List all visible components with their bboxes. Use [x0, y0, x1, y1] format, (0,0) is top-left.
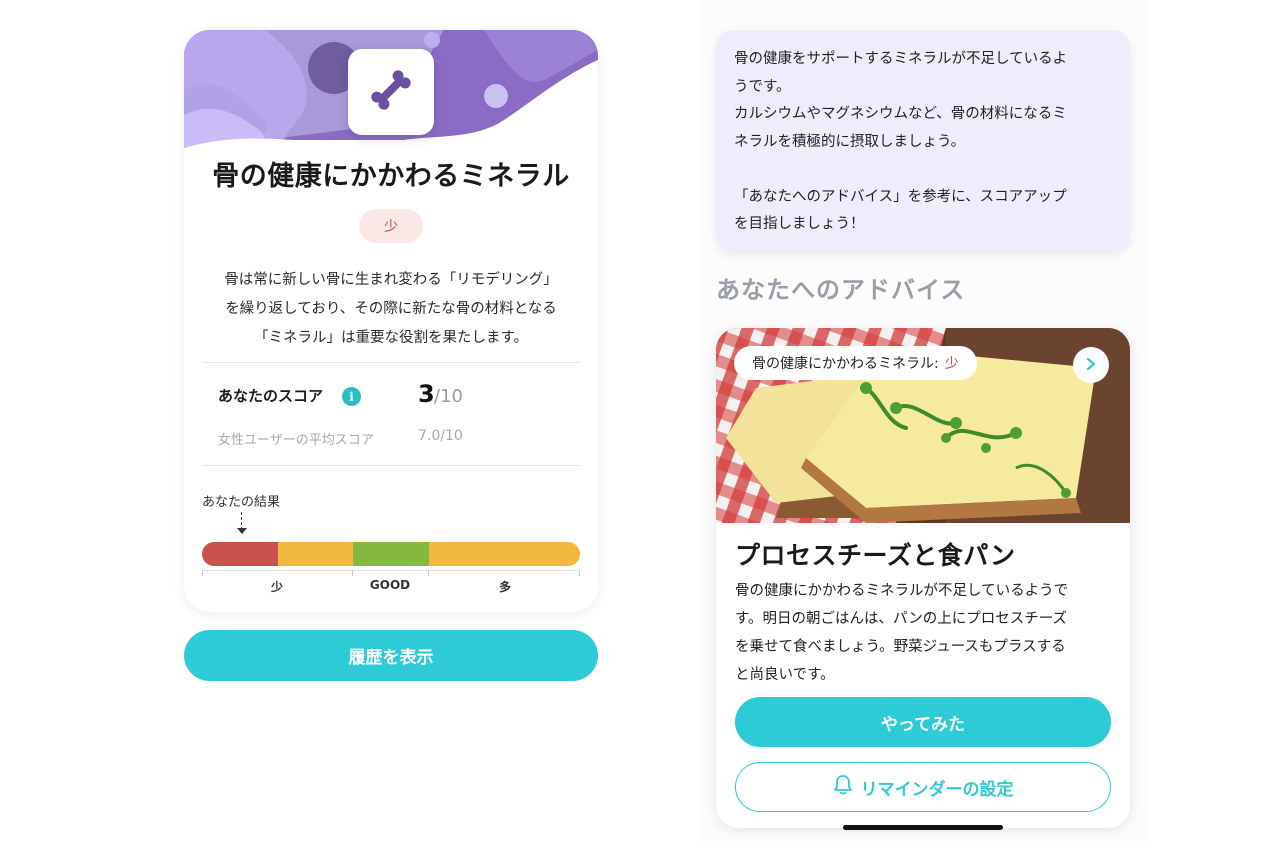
- average-score-value: 7.0/10: [418, 428, 463, 444]
- bone-icon-tile: [348, 49, 434, 135]
- scale-segment-good: [353, 542, 429, 566]
- message-line: 「あなたへのアドバイス」を参考に、スコアアップ: [734, 188, 1067, 205]
- summary-message-card: 骨の健康をサポートするミネラルが不足しているよ うです。 カルシウムやマグネシウ…: [716, 30, 1130, 252]
- message-line: ネラルを積極的に摂取しましょう。: [734, 133, 966, 150]
- message-line: カルシウムやマグネシウムなど、骨の材料になるミ: [734, 106, 1067, 122]
- try-it-button[interactable]: やってみた: [735, 697, 1111, 747]
- scale-segment-high-mid: [428, 542, 505, 566]
- result-pointer-arrow-icon: [237, 528, 247, 534]
- score-scale-bar: [202, 542, 580, 566]
- advice-body-line: す。明日の朝ごはんは、パンの上にプロセスチーズ: [735, 611, 1068, 627]
- advice-title: プロセスチーズと食パン: [735, 541, 1016, 570]
- scale-label-good: GOOD: [369, 578, 411, 592]
- next-advice-button[interactable]: [1073, 347, 1109, 383]
- reminder-label: リマインダーの設定: [860, 779, 1014, 800]
- advice-body: 骨の健康にかかわるミネラルが不足しているようで す。明日の朝ごはんは、パンの上に…: [735, 577, 1113, 689]
- advice-heading: あなたへのアドバイス: [716, 276, 966, 304]
- bell-icon: [833, 774, 853, 801]
- scale-label-low: 少: [270, 580, 283, 594]
- scale-segment-low-mid: [277, 542, 354, 566]
- score-label: あなたのスコア: [218, 387, 324, 405]
- mineral-title: 骨の健康にかかわるミネラル: [212, 161, 570, 192]
- mineral-level-chip: 骨の健康にかかわるミネラル: 少: [734, 346, 977, 380]
- divider: [202, 362, 580, 363]
- advice-card: 骨の健康にかかわるミネラル: 少 プロセスチーズと食パン 骨の健康にかかわるミネ…: [716, 328, 1130, 828]
- score-max: /10: [434, 386, 463, 407]
- set-reminder-button[interactable]: リマインダーの設定: [735, 762, 1111, 812]
- show-history-button[interactable]: 履歴を表示: [184, 630, 598, 681]
- advice-body-line: と尚良いです。: [735, 667, 835, 683]
- average-score-label: 女性ユーザーの平均スコア: [218, 433, 374, 448]
- advice-body-line: を乗せて食べましょう。野菜ジュースもプラスする: [735, 639, 1066, 655]
- message-line: を目指しましょう！: [734, 216, 865, 232]
- result-label: あなたの結果: [202, 495, 281, 510]
- divider: [202, 465, 580, 466]
- level-badge: 少: [359, 209, 423, 243]
- message-line: 骨の健康をサポートするミネラルが不足しているよ: [734, 51, 1068, 67]
- description-line: を繰り返しており、その際に新たな骨の材料となる: [225, 301, 557, 317]
- scale-segment-low: [202, 542, 278, 566]
- chevron-right-icon: [1084, 356, 1098, 375]
- scale-ticks: [202, 570, 580, 576]
- info-icon[interactable]: i: [342, 387, 361, 406]
- home-indicator: [843, 825, 1003, 830]
- chip-level: 少: [944, 356, 959, 372]
- message-line: うです。: [734, 78, 791, 95]
- chip-label: 骨の健康にかかわるミネラル:: [752, 356, 939, 372]
- description-line: 「ミネラル」は重要な役割を果たします。: [253, 330, 529, 346]
- description-line: 骨は常に新しい骨に生まれ変わる「リモデリング」: [224, 272, 558, 288]
- advice-body-line: 骨の健康にかかわるミネラルが不足しているようで: [735, 583, 1069, 599]
- score-value: 3: [418, 380, 435, 408]
- scale-label-high: 多: [498, 580, 511, 594]
- mineral-card: 骨の健康にかかわるミネラル 少 骨は常に新しい骨に生まれ変わる「リモデリング」 …: [184, 30, 598, 612]
- mineral-description: 骨は常に新しい骨に生まれ変わる「リモデリング」 を繰り返しており、その際に新たな…: [202, 266, 580, 353]
- bone-icon: [367, 66, 415, 118]
- scale-segment-high: [504, 542, 580, 566]
